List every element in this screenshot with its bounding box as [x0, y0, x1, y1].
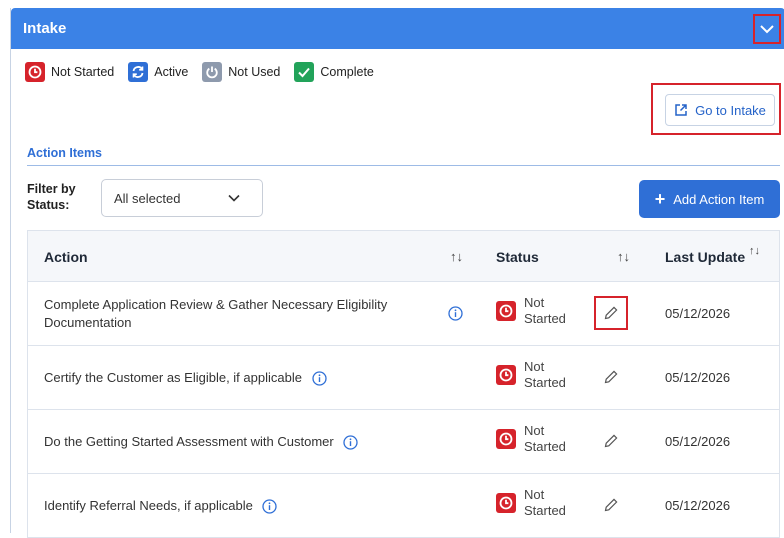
status-text: Not Started [524, 423, 566, 454]
status-text: Not Started [524, 359, 566, 390]
last-update-date: 05/12/2026 [665, 498, 731, 513]
action-cell: Do the Getting Started Assessment with C… [44, 433, 359, 451]
status-text: Not Started [524, 295, 566, 326]
table-row: Complete Application Review & Gather Nec… [28, 282, 779, 346]
status-legend: Not Started Active Not Used Complete [25, 62, 388, 82]
intake-panel: Intake Not Started Active Not Used Compl… [10, 8, 784, 538]
go-to-intake-button[interactable]: Go to Intake [665, 94, 775, 126]
info-icon[interactable] [262, 499, 278, 514]
add-action-item-button[interactable]: + Add Action Item [639, 180, 780, 218]
edit-button[interactable] [594, 488, 628, 522]
clock-icon [496, 301, 516, 321]
legend-item-complete: Complete [294, 62, 374, 82]
legend-label: Active [154, 65, 189, 79]
legend-item-not-started: Not Started [25, 62, 114, 82]
action-text: Complete Application Review & Gather Nec… [44, 297, 388, 330]
legend-item-active: Active [128, 62, 188, 82]
chevron-down-icon [760, 25, 774, 34]
clock-icon [496, 365, 516, 385]
external-link-icon [675, 104, 687, 116]
sort-icon[interactable]: ↑↓ [450, 249, 463, 264]
edit-button[interactable] [594, 296, 628, 330]
legend-label: Complete [320, 65, 374, 79]
info-icon[interactable] [343, 435, 359, 450]
clock-icon [496, 429, 516, 449]
section-title: Action Items [27, 146, 103, 160]
clock-icon [25, 62, 45, 82]
chevron-down-icon [228, 194, 240, 202]
action-text: Identify Referral Needs, if applicable [44, 498, 253, 513]
section-divider [27, 165, 780, 166]
column-header-status: Status [496, 249, 539, 265]
info-icon[interactable] [311, 371, 327, 386]
action-text: Do the Getting Started Assessment with C… [44, 434, 334, 449]
add-action-item-label: Add Action Item [673, 191, 765, 207]
panel-title: Intake [23, 20, 67, 37]
column-header-last-update: Last Update [665, 249, 746, 265]
edit-button[interactable] [594, 424, 628, 458]
table-row: Certify the Customer as Eligible, if app… [28, 346, 779, 410]
filter-label: Filter by Status: [27, 182, 76, 212]
last-update-date: 05/12/2026 [665, 306, 731, 321]
legend-label: Not Started [51, 65, 115, 79]
status-cell: Not Started [496, 423, 566, 455]
legend-label: Not Used [228, 65, 281, 79]
sort-icon[interactable]: ↑↓ [749, 245, 760, 257]
last-update-date: 05/12/2026 [665, 434, 731, 449]
table-header: Action ↑↓ Status ↑↓ Last Update ↑↓ [28, 231, 779, 282]
status-cell: Not Started [496, 295, 566, 327]
pencil-icon [604, 434, 618, 448]
status-cell: Not Started [496, 487, 566, 519]
legend-item-not-used: Not Used [202, 62, 280, 82]
info-icon[interactable] [448, 306, 463, 321]
status-cell: Not Started [496, 359, 566, 391]
table-row: Identify Referral Needs, if applicable N… [28, 474, 779, 537]
panel-header: Intake [11, 8, 784, 49]
status-filter-select[interactable]: All selected [101, 179, 263, 217]
goto-highlight: Go to Intake [651, 83, 781, 135]
table-row: Do the Getting Started Assessment with C… [28, 410, 779, 474]
collapse-button[interactable] [753, 14, 781, 44]
refresh-icon [128, 62, 149, 82]
check-icon [294, 62, 315, 82]
go-to-intake-label: Go to Intake [695, 102, 766, 118]
plus-icon: + [654, 188, 666, 209]
last-update-date: 05/12/2026 [665, 370, 731, 385]
pencil-icon [604, 498, 618, 512]
action-items-table: Action ↑↓ Status ↑↓ Last Update ↑↓ Compl… [27, 230, 780, 538]
action-cell: Identify Referral Needs, if applicable [44, 497, 278, 515]
action-cell: Certify the Customer as Eligible, if app… [44, 369, 327, 387]
pencil-icon [604, 370, 618, 384]
pencil-icon [604, 306, 618, 320]
clock-icon [496, 493, 516, 513]
column-header-action: Action [44, 249, 88, 265]
edit-button[interactable] [594, 360, 628, 394]
sort-icon[interactable]: ↑↓ [617, 249, 630, 264]
power-icon [202, 62, 223, 82]
status-text: Not Started [524, 487, 566, 518]
action-text: Certify the Customer as Eligible, if app… [44, 370, 302, 385]
filter-value: All selected [114, 190, 181, 206]
